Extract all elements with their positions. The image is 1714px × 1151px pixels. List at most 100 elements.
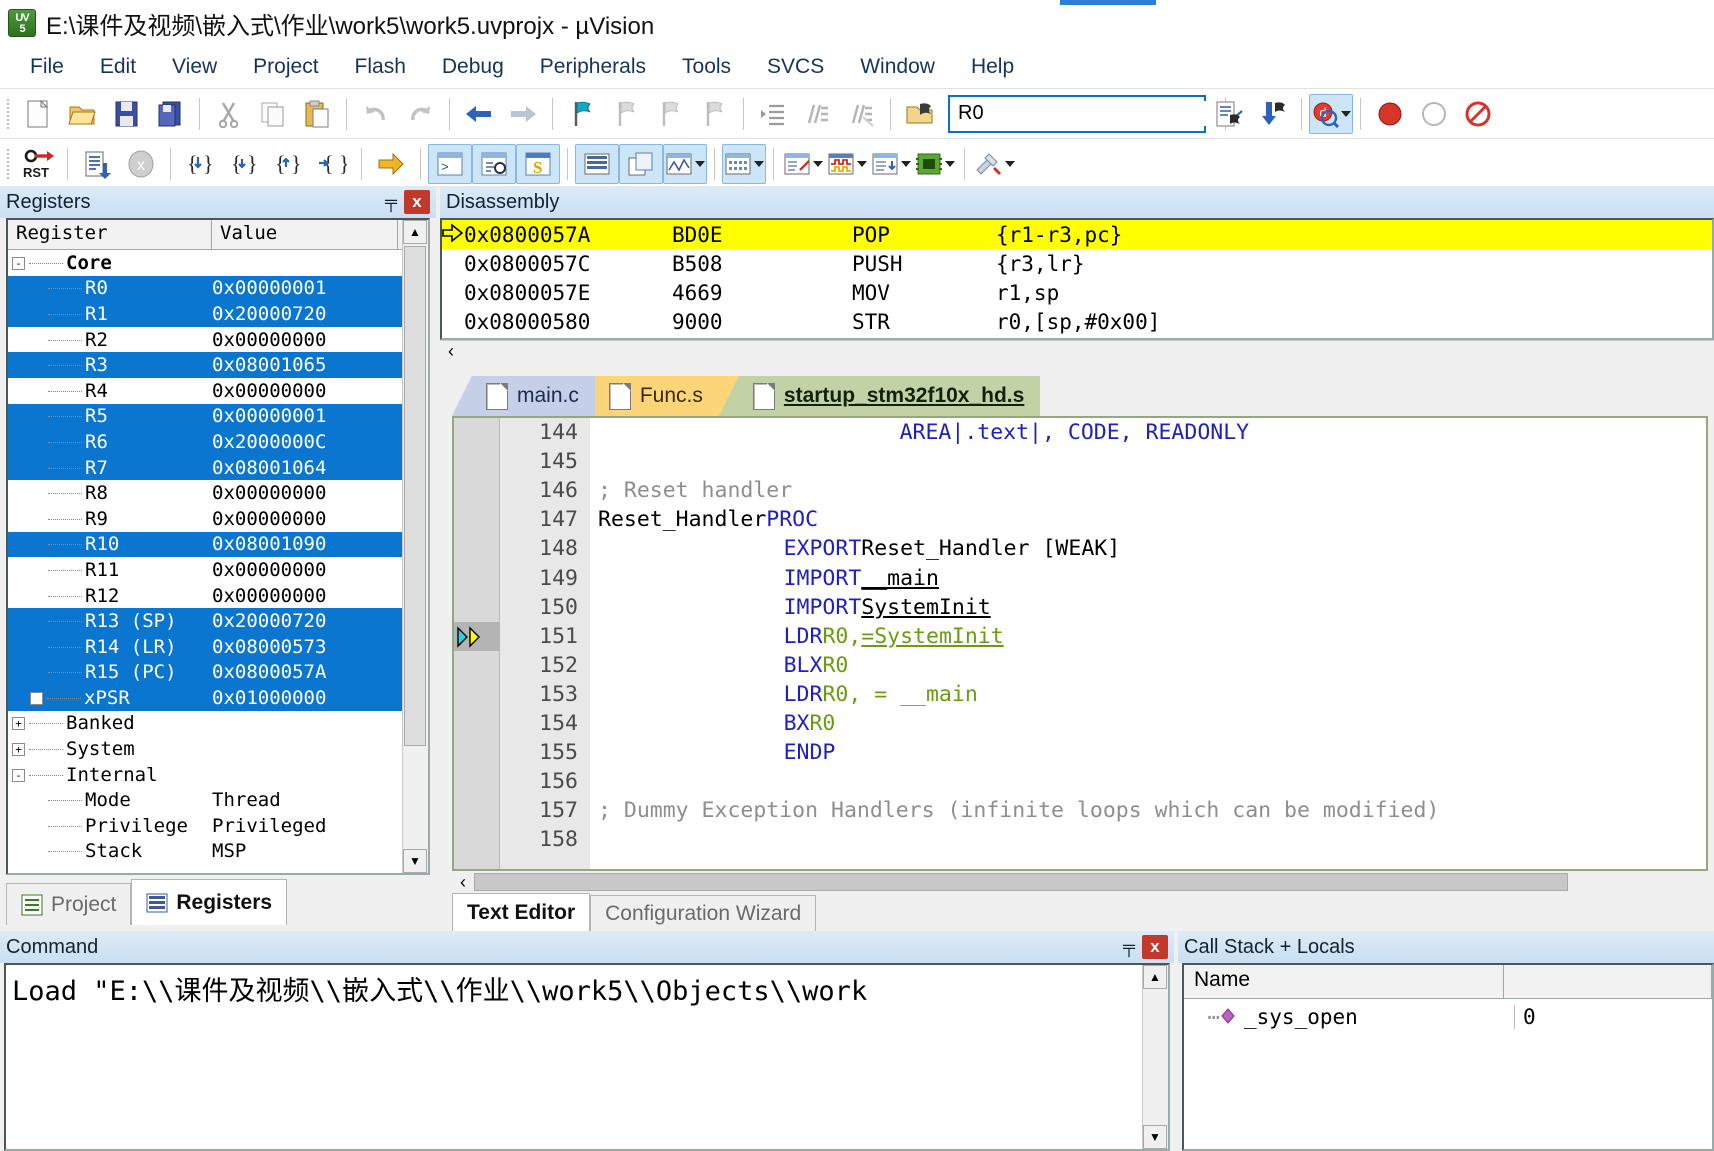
find-all-button[interactable]: [1206, 94, 1250, 134]
toolbar-grip[interactable]: [4, 98, 12, 129]
register-row-r14lr[interactable]: R14 (LR) 0x08000573: [8, 633, 428, 660]
menu-svcs[interactable]: SVCS: [749, 53, 842, 81]
register-row-r11[interactable]: R11 0x00000000: [8, 557, 428, 583]
register-row-r6[interactable]: R6 0x2000000C: [8, 429, 428, 455]
chevron-down-icon[interactable]: [695, 160, 705, 167]
command-window-button[interactable]: >: [428, 143, 472, 184]
tab-main-c[interactable]: main.c: [472, 376, 595, 416]
editor-hscrollbar[interactable]: ‹: [452, 871, 1708, 893]
close-icon[interactable]: x: [404, 190, 430, 214]
bottom-tab-project[interactable]: Project: [6, 883, 132, 925]
tab-func-s[interactable]: Func.s: [594, 376, 719, 416]
register-row-r13sp[interactable]: R13 (SP) 0x20000720: [8, 608, 428, 634]
memory-window-button[interactable]: [722, 143, 766, 184]
code-editor[interactable]: 144 145 146 147 148 149 150 151 152 153 154 155 156 1…: [452, 416, 1708, 871]
disassembly-hscrollbar[interactable]: ‹: [440, 340, 1714, 362]
menu-debug[interactable]: Debug: [424, 53, 522, 81]
call-stack-table[interactable]: Name ⋯ _sys_open 0: [1182, 963, 1714, 1151]
disable-breakpoint-button[interactable]: [1412, 94, 1456, 134]
bottom-tab-text-editor[interactable]: Text Editor: [452, 893, 591, 931]
registers-scrollbar[interactable]: ▲ ▼: [402, 220, 428, 873]
code-line[interactable]: ENDP: [590, 738, 1706, 767]
debug-session-button[interactable]: d: [1309, 93, 1353, 134]
register-row-r8[interactable]: R8 0x00000000: [8, 480, 428, 506]
table-row[interactable]: ⋯ _sys_open 0: [1184, 999, 1712, 1035]
trace-window-button[interactable]: [663, 143, 707, 184]
step-over-button[interactable]: { }: [222, 144, 266, 184]
menu-help[interactable]: Help: [953, 53, 1032, 81]
save-all-button[interactable]: [148, 94, 192, 134]
run-to-cursor-button[interactable]: { }: [310, 144, 354, 184]
symbol-window-button[interactable]: S: [516, 143, 560, 184]
code-line[interactable]: EXPORT Reset_Handler [WEAK]: [590, 534, 1706, 563]
menu-flash[interactable]: Flash: [337, 53, 424, 81]
pin-icon[interactable]: ╤: [378, 190, 404, 214]
next-bookmark-button[interactable]: [648, 94, 692, 134]
register-row-mode[interactable]: Mode Thread: [8, 787, 428, 813]
register-row-r7[interactable]: R7 0x08001064: [8, 454, 428, 481]
register-row-r10[interactable]: R10 0x08001090: [8, 531, 428, 558]
save-button[interactable]: [104, 94, 148, 134]
logic-analyzer-button[interactable]: [825, 144, 869, 184]
stop-button[interactable]: x: [119, 144, 163, 184]
pin-icon[interactable]: ╤: [1116, 935, 1142, 959]
register-row-r0[interactable]: R0 0x00000001: [8, 275, 428, 302]
register-row-r9[interactable]: R9 0x00000000: [8, 506, 428, 532]
comment-button[interactable]: [795, 94, 839, 134]
chevron-down-icon[interactable]: [901, 160, 911, 167]
prev-bookmark-button[interactable]: [604, 94, 648, 134]
scroll-up-button[interactable]: ▲: [1143, 965, 1167, 989]
code-line[interactable]: LDR R0, = __main: [590, 680, 1706, 709]
scroll-up-button[interactable]: ▲: [403, 220, 427, 244]
peripherals-button[interactable]: [913, 144, 957, 184]
kill-all-breakpoints-button[interactable]: [1456, 94, 1500, 134]
register-row-privilege[interactable]: Privilege Privileged: [8, 813, 428, 839]
code-line[interactable]: BLX R0: [590, 651, 1706, 680]
menu-peripherals[interactable]: Peripherals: [522, 53, 664, 81]
register-row-r15pc[interactable]: R15 (PC) 0x0800057A: [8, 659, 428, 686]
code-line[interactable]: ; Dummy Exception Handlers (infinite loo…: [590, 796, 1706, 825]
disassembly-line[interactable]: 0x0800057E 4669 MOV r1,sp: [442, 278, 1712, 307]
register-row-r3[interactable]: R3 0x08001065: [8, 352, 428, 378]
menu-project[interactable]: Project: [235, 53, 336, 81]
register-row-r5[interactable]: R5 0x00000001: [8, 403, 428, 430]
chevron-down-icon[interactable]: [857, 160, 867, 167]
code-line[interactable]: [590, 447, 1706, 476]
disassembly-line[interactable]: 0x08000580 9000 STR r0,[sp,#0x00]: [442, 307, 1712, 336]
menu-tools[interactable]: Tools: [664, 53, 749, 81]
collapse-toggle-icon[interactable]: -: [12, 256, 25, 270]
watch-window-button[interactable]: [781, 144, 825, 184]
disassembly-listing[interactable]: 0x0800057A BD0E POP {r1-r3,pc} 0x0800057C B50…: [440, 218, 1714, 340]
code-text-area[interactable]: AREA |.text|, CODE, READONLY ; Reset hand…: [590, 418, 1706, 869]
code-coverage-button[interactable]: [869, 144, 913, 184]
code-line[interactable]: ; Reset handler: [590, 476, 1706, 505]
disassembly-line[interactable]: 0x0800057A BD0E POP {r1-r3,pc}: [442, 220, 1712, 249]
registers-window-button[interactable]: [575, 143, 619, 184]
collapse-toggle-icon[interactable]: -: [12, 768, 25, 782]
register-row-stack[interactable]: Stack MSP: [8, 839, 428, 865]
registers-tree[interactable]: Register Value - Core R0 0x00000001 R1 0x2000…: [6, 218, 430, 875]
insert-breakpoint-button[interactable]: [1368, 94, 1412, 134]
code-line[interactable]: [590, 825, 1706, 854]
scroll-thumb[interactable]: [404, 246, 426, 746]
breakpoint-margin[interactable]: [454, 418, 500, 869]
search-box[interactable]: [948, 94, 1243, 133]
chevron-down-icon[interactable]: [945, 160, 955, 167]
scroll-down-button[interactable]: ▼: [1143, 1125, 1167, 1149]
run-button[interactable]: [75, 144, 119, 184]
scroll-left-button[interactable]: ‹: [452, 872, 474, 893]
toolbox-button[interactable]: [972, 144, 1016, 184]
menu-view[interactable]: View: [154, 53, 235, 81]
chevron-down-icon[interactable]: [754, 160, 764, 167]
command-scrollbar[interactable]: ▲ ▼: [1142, 965, 1168, 1149]
register-row-r12[interactable]: R12 0x00000000: [8, 583, 428, 609]
code-line[interactable]: IMPORT SystemInit: [590, 593, 1706, 622]
chevron-down-icon[interactable]: [1005, 160, 1015, 167]
navigate-back-button[interactable]: [457, 94, 501, 134]
editor-hscroll-thumb[interactable]: [474, 873, 1568, 891]
scroll-left-button[interactable]: ‹: [440, 341, 462, 362]
register-row-banked[interactable]: + Banked: [8, 711, 428, 737]
step-out-button[interactable]: { }: [266, 144, 310, 184]
search-input[interactable]: [950, 101, 1225, 126]
register-row-system[interactable]: + System: [8, 736, 428, 762]
